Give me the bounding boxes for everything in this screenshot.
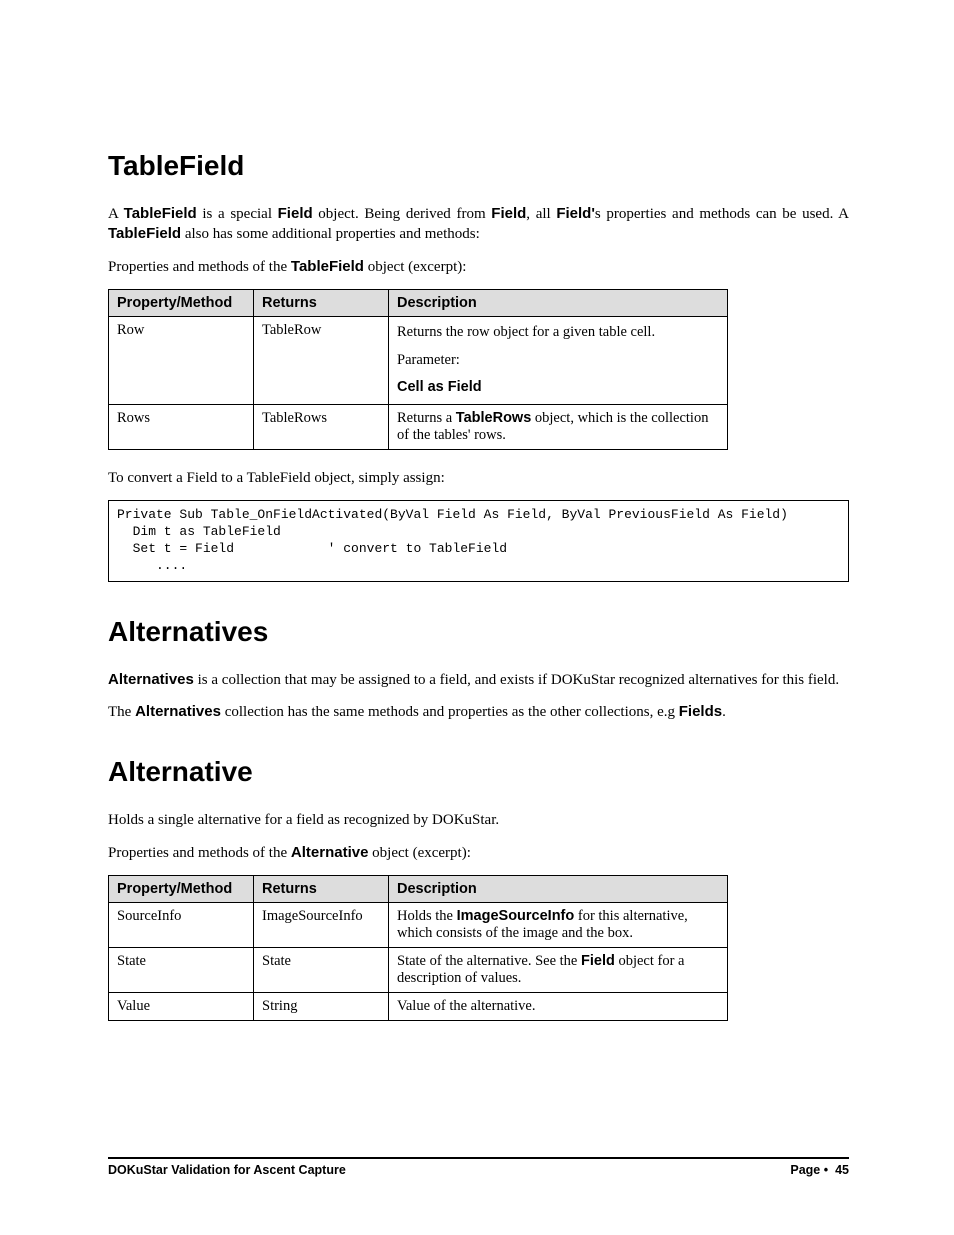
table-row: Value String Value of the alternative.: [109, 992, 728, 1020]
table-header-row: Property/Method Returns Description: [109, 289, 728, 316]
footer-right: Page • 45: [790, 1163, 849, 1177]
code-block: Private Sub Table_OnFieldActivated(ByVal…: [108, 500, 849, 582]
page-footer: DOKuStar Validation for Ascent Capture P…: [108, 1157, 849, 1177]
convert-para: To convert a Field to a TableField objec…: [108, 468, 849, 488]
page: TableField A TableField is a special Fie…: [0, 0, 954, 1235]
col-property-method: Property/Method: [109, 289, 254, 316]
alternatives-para1: Alternatives is a collection that may be…: [108, 670, 849, 690]
heading-tablefield: TableField: [108, 150, 849, 182]
tablefield-intro-para: A TableField is a special Field object. …: [108, 204, 849, 245]
alternative-para1: Holds a single alternative for a field a…: [108, 810, 849, 830]
table-row: State State State of the alternative. Se…: [109, 947, 728, 992]
col-returns: Returns: [254, 875, 389, 902]
footer-left: DOKuStar Validation for Ascent Capture: [108, 1163, 346, 1177]
alternative-para2: Properties and methods of the Alternativ…: [108, 843, 849, 863]
col-description: Description: [389, 875, 728, 902]
tablefield-props-intro: Properties and methods of the TableField…: [108, 257, 849, 277]
col-returns: Returns: [254, 289, 389, 316]
heading-alternative: Alternative: [108, 756, 849, 788]
table-header-row: Property/Method Returns Description: [109, 875, 728, 902]
tablefield-table: Property/Method Returns Description Row …: [108, 289, 728, 450]
table-row: SourceInfo ImageSourceInfo Holds the Ima…: [109, 902, 728, 947]
col-description: Description: [389, 289, 728, 316]
heading-alternatives: Alternatives: [108, 616, 849, 648]
table-row: Rows TableRows Returns a TableRows objec…: [109, 405, 728, 450]
table-row: Row TableRow Returns the row object for …: [109, 316, 728, 404]
col-property-method: Property/Method: [109, 875, 254, 902]
alternative-table: Property/Method Returns Description Sour…: [108, 875, 728, 1021]
alternatives-para2: The Alternatives collection has the same…: [108, 702, 849, 722]
